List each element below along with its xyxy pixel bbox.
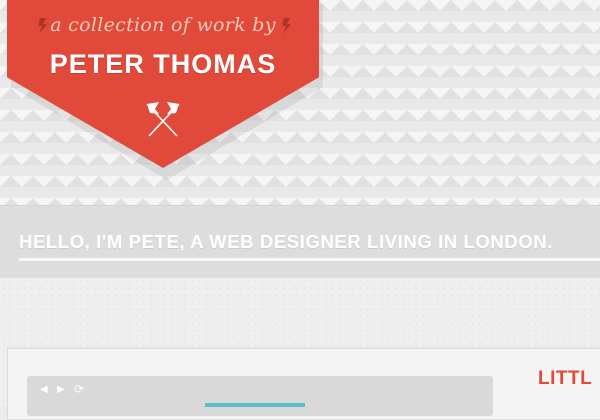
- intro-divider: [19, 258, 600, 261]
- refresh-icon[interactable]: ⟳: [74, 383, 84, 395]
- browser-mockup-toolbar: [27, 376, 493, 416]
- forward-arrow-icon[interactable]: ▶: [57, 385, 65, 395]
- screenshot-accent: [205, 403, 305, 407]
- back-arrow-icon[interactable]: ◀: [40, 385, 48, 395]
- crossed-flags-icon: [146, 102, 180, 137]
- intro-heading: HELLO, I'M PETE, A WEB DESIGNER LIVING I…: [19, 231, 554, 252]
- section-title: LITTL: [538, 368, 593, 389]
- site-name: PETER THOMAS: [49, 49, 277, 79]
- banner-tagline: a collection of work by: [50, 14, 276, 36]
